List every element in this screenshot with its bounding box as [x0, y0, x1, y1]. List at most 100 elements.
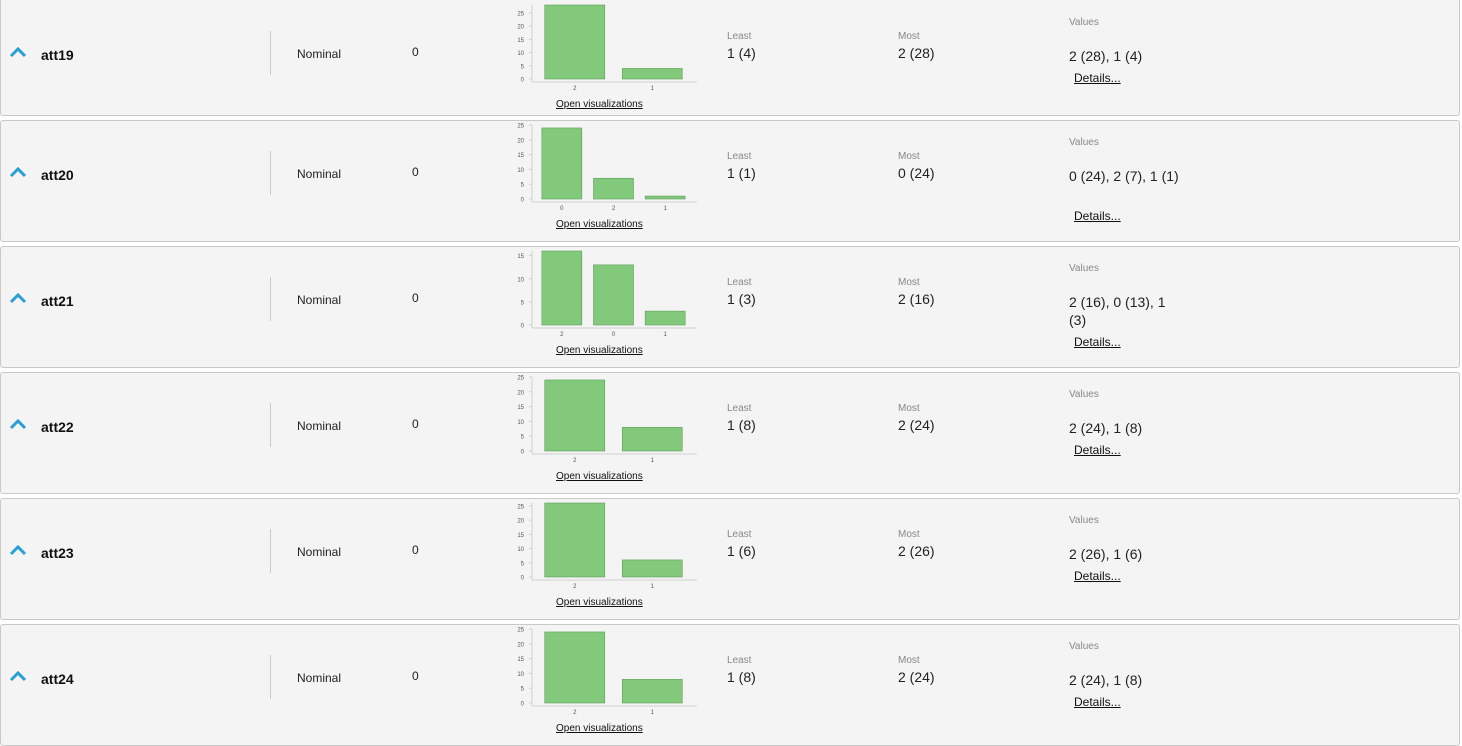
- histogram-bar: [544, 631, 606, 704]
- details-link[interactable]: Details...: [1074, 695, 1121, 709]
- attribute-type: Nominal: [297, 671, 342, 685]
- values-label: Values: [1069, 515, 1099, 526]
- attribute-row: att22 Nominal 0 0 5 10 15 20 25 2 1 Open visualizat…: [0, 372, 1460, 494]
- y-tick-label: 20: [517, 390, 524, 396]
- y-tick-label: 15: [517, 533, 524, 539]
- details-link[interactable]: Details...: [1074, 209, 1121, 223]
- attribute-row: att23 Nominal 0 0 5 10 15 20 25 2 1 Open visualizat…: [0, 498, 1460, 620]
- x-tick-label: 2: [573, 458, 577, 464]
- least-label: Least: [727, 151, 752, 162]
- chevron-up-icon-graphic: [9, 544, 27, 556]
- y-tick-label: 25: [517, 504, 524, 510]
- attribute-type: Nominal: [297, 47, 342, 61]
- open-visualizations-link[interactable]: Open visualizations: [556, 723, 643, 734]
- y-tick-label: 0: [521, 450, 525, 456]
- chevron-up-icon[interactable]: [9, 165, 27, 179]
- column-divider: [270, 31, 271, 75]
- y-tick-label: 5: [521, 687, 525, 693]
- values-summary: 2 (28), 1 (4): [1069, 48, 1143, 64]
- least-label: Least: [727, 403, 752, 414]
- attribute-row: att19 Nominal 0 0 5 10 15 20 25 2 1 Open visualizat…: [0, 0, 1460, 116]
- y-tick-label: 0: [521, 198, 525, 204]
- least-value: 1 (4): [727, 45, 756, 61]
- attribute-type: Nominal: [297, 545, 342, 559]
- most-label: Most: [898, 31, 920, 42]
- least-value: 1 (1): [727, 165, 756, 181]
- most-value: 0 (24): [898, 165, 935, 181]
- x-tick-label: 2: [560, 332, 564, 338]
- x-tick-label: 1: [651, 710, 655, 716]
- open-visualizations-link[interactable]: Open visualizations: [556, 99, 643, 110]
- y-tick-label: 0: [521, 576, 525, 582]
- x-tick-label: 0: [560, 206, 564, 212]
- missing-count: 0: [412, 45, 419, 59]
- missing-count: 0: [412, 669, 419, 683]
- histogram-chart: 0 5 10 15 20 25 2 1: [517, 628, 697, 716]
- y-tick-label: 15: [517, 405, 524, 411]
- most-value: 2 (24): [898, 669, 935, 685]
- least-value: 1 (8): [727, 417, 756, 433]
- y-tick-label: 5: [521, 64, 525, 70]
- x-tick-label: 1: [663, 206, 667, 212]
- most-label: Most: [898, 529, 920, 540]
- x-tick-label: 1: [663, 332, 667, 338]
- chevron-up-icon[interactable]: [9, 543, 27, 557]
- open-visualizations-link[interactable]: Open visualizations: [556, 345, 643, 356]
- y-tick-label: 15: [517, 153, 524, 159]
- y-tick-label: 10: [517, 51, 524, 57]
- open-visualizations-link[interactable]: Open visualizations: [556, 219, 643, 230]
- chevron-up-icon[interactable]: [9, 45, 27, 59]
- chevron-up-icon-graphic: [9, 166, 27, 178]
- attribute-name: att20: [41, 167, 74, 183]
- most-value: 2 (24): [898, 417, 935, 433]
- attribute-type: Nominal: [297, 293, 342, 307]
- chevron-up-icon[interactable]: [9, 417, 27, 431]
- values-label: Values: [1069, 137, 1099, 148]
- y-tick-label: 0: [521, 78, 525, 84]
- open-visualizations-link[interactable]: Open visualizations: [556, 471, 643, 482]
- y-tick-label: 15: [517, 657, 524, 663]
- values-label: Values: [1069, 389, 1099, 400]
- histogram-chart: 0 5 10 15 20 25 2 1: [517, 4, 697, 92]
- attribute-type: Nominal: [297, 167, 342, 181]
- attribute-row: att21 Nominal 0 0 5 10 15 2 0 1 Open visualization…: [0, 246, 1460, 368]
- y-tick-label: 15: [517, 38, 524, 44]
- attribute-name: att21: [41, 293, 74, 309]
- x-tick-label: 1: [651, 584, 655, 590]
- missing-count: 0: [412, 291, 419, 305]
- chevron-up-icon-graphic: [9, 418, 27, 430]
- x-tick-label: 0: [612, 332, 616, 338]
- details-link[interactable]: Details...: [1074, 71, 1121, 85]
- values-summary: 2 (24), 1 (8): [1069, 420, 1143, 436]
- details-link[interactable]: Details...: [1074, 569, 1121, 583]
- histogram-bar: [644, 195, 686, 200]
- y-tick-label: 25: [517, 11, 524, 17]
- y-tick-label: 5: [521, 183, 525, 189]
- chevron-up-icon-graphic: [9, 670, 27, 682]
- attribute-name: att23: [41, 545, 74, 561]
- chevron-up-icon[interactable]: [9, 291, 27, 305]
- y-tick-label: 20: [517, 519, 524, 525]
- attribute-name: att22: [41, 419, 74, 435]
- y-tick-label: 20: [517, 642, 524, 648]
- y-tick-label: 10: [517, 168, 524, 174]
- histogram-bar: [621, 68, 683, 80]
- most-label: Most: [898, 277, 920, 288]
- histogram-bar: [593, 264, 634, 326]
- values-label: Values: [1069, 641, 1099, 652]
- y-tick-label: 0: [521, 702, 525, 708]
- values-label: Values: [1069, 263, 1099, 274]
- chevron-up-icon[interactable]: [9, 669, 27, 683]
- most-label: Most: [898, 655, 920, 666]
- histogram-bar: [541, 250, 583, 326]
- open-visualizations-link[interactable]: Open visualizations: [556, 597, 643, 608]
- chevron-up-icon-graphic: [9, 292, 27, 304]
- histogram-bar: [621, 427, 683, 452]
- least-label: Least: [727, 31, 752, 42]
- details-link[interactable]: Details...: [1074, 335, 1121, 349]
- y-tick-label: 20: [517, 138, 524, 144]
- column-divider: [270, 151, 271, 195]
- most-value: 2 (26): [898, 543, 935, 559]
- x-tick-label: 2: [612, 206, 616, 212]
- details-link[interactable]: Details...: [1074, 443, 1121, 457]
